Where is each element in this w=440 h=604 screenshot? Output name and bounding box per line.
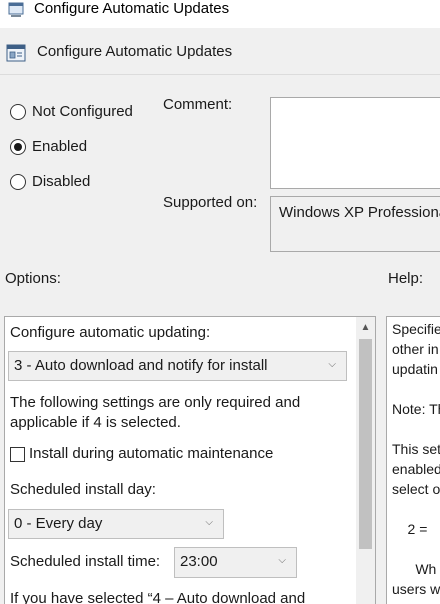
help-line: Specifie xyxy=(392,321,440,337)
options-label: Options: xyxy=(5,270,61,287)
radio-label: Enabled xyxy=(32,138,88,155)
radio-not-configured[interactable]: Not Configured xyxy=(10,103,133,120)
help-panel: Specifie other in updatin Note: Th This … xyxy=(386,316,440,604)
help-line: Wh xyxy=(392,561,437,577)
help-line: Note: Th xyxy=(392,401,440,417)
install-time-value: 23:00 xyxy=(180,553,218,570)
install-maintenance-label: Install during automatic maintenance xyxy=(29,445,274,462)
supported-on-label: Supported on: xyxy=(163,194,258,211)
setting-title: Configure Automatic Updates xyxy=(37,43,233,60)
radio-label: Disabled xyxy=(32,173,91,190)
install-day-label: Scheduled install day: xyxy=(10,481,156,498)
policy-setting-icon xyxy=(6,44,26,62)
radio-circle[interactable] xyxy=(10,138,26,155)
header-divider xyxy=(0,74,440,75)
install-maintenance-checkbox[interactable] xyxy=(10,447,25,462)
help-line: This set xyxy=(392,441,440,457)
note-line-1: The following settings are only required… xyxy=(10,394,301,411)
radio-disabled[interactable]: Disabled xyxy=(10,173,90,190)
help-line: other in xyxy=(392,341,439,357)
radio-label: Not Configured xyxy=(32,103,133,120)
scroll-up-icon[interactable]: ▲ xyxy=(356,317,375,337)
window-title: Configure Automatic Updates xyxy=(34,0,230,17)
install-time-dropdown[interactable]: 23:00 ⌵ xyxy=(174,547,297,578)
configure-updating-label: Configure automatic updating: xyxy=(10,324,211,341)
comment-label: Comment: xyxy=(163,96,233,113)
options-scrollbar[interactable]: ▲ xyxy=(356,317,375,604)
radio-enabled[interactable]: Enabled xyxy=(10,138,87,155)
chevron-down-icon: ⌵ xyxy=(328,359,336,370)
policy-window-icon xyxy=(8,2,24,17)
help-line: enabled xyxy=(392,461,440,477)
help-line: users w xyxy=(392,581,440,597)
selection-note-text: If you have selected “4 – Auto download … xyxy=(10,590,306,604)
chevron-down-icon: ⌵ xyxy=(205,517,213,528)
install-day-value: 0 - Every day xyxy=(14,515,103,532)
comment-field[interactable] xyxy=(270,97,440,189)
configure-updating-dropdown[interactable]: 3 - Auto download and notify for install… xyxy=(8,351,347,381)
help-line: updatin xyxy=(392,361,438,377)
help-line: select o xyxy=(392,481,440,497)
options-content: Configure automatic updating: 3 - Auto d… xyxy=(5,317,357,604)
window-title-bar: Configure Automatic Updates xyxy=(0,0,440,28)
help-line: 2 = xyxy=(392,521,428,537)
install-day-dropdown[interactable]: 0 - Every day ⌵ xyxy=(8,509,224,539)
configure-updating-value: 3 - Auto download and notify for install xyxy=(14,357,268,374)
help-label: Help: xyxy=(388,270,424,287)
radio-circle[interactable] xyxy=(10,173,26,190)
options-panel: Configure automatic updating: 3 - Auto d… xyxy=(4,316,376,604)
supported-on-field: Windows XP Professional xyxy=(270,196,440,252)
scroll-thumb[interactable] xyxy=(359,339,372,549)
note-line-2: applicable if 4 is selected. xyxy=(10,414,181,431)
chevron-down-icon: ⌵ xyxy=(278,555,286,566)
install-time-label: Scheduled install time: xyxy=(10,553,161,570)
radio-circle[interactable] xyxy=(10,103,26,120)
